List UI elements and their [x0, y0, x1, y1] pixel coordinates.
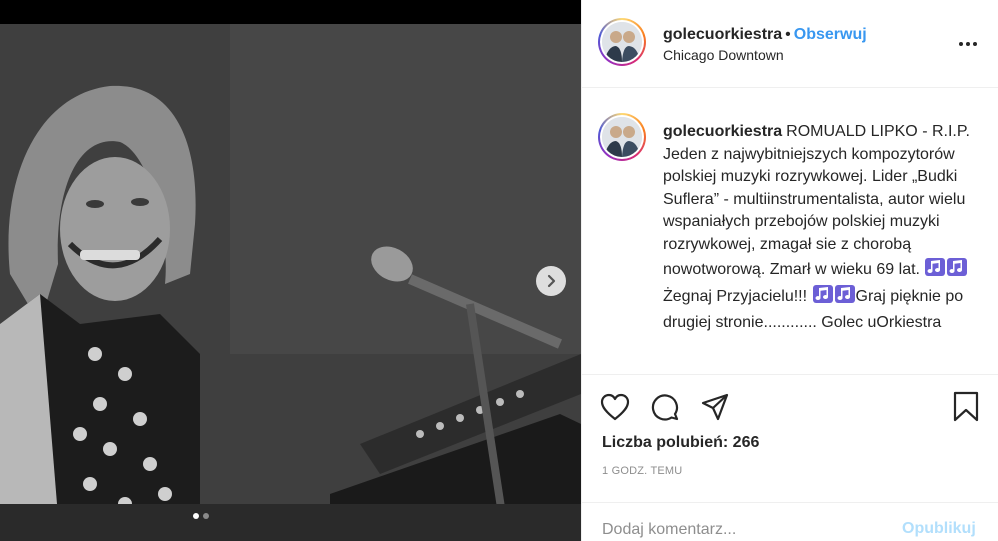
avatar[interactable]: [598, 18, 646, 66]
photo-illustration: [0, 24, 581, 541]
avatar-border: [600, 20, 644, 64]
caption-username[interactable]: golecuorkiestra: [663, 123, 782, 140]
post-photo: [0, 24, 581, 541]
bookmark-icon: [953, 391, 979, 422]
caption-text: Żegnaj Przyjacielu!!!: [663, 288, 812, 306]
post-media: [0, 0, 581, 541]
avatar-image: [602, 22, 642, 62]
location-link[interactable]: Chicago Downtown: [663, 47, 784, 63]
more-options-icon: [973, 42, 977, 46]
caption-text: ROMUALD LIPKO - R.I.P. Jeden z najwybitn…: [663, 123, 970, 278]
publish-button[interactable]: Opublikuj: [902, 520, 976, 538]
caption-avatar[interactable]: [598, 113, 646, 161]
heart-icon: [600, 393, 630, 421]
avatar-illustration: [602, 22, 642, 62]
comment-icon: [651, 394, 679, 421]
carousel-next-button[interactable]: [536, 266, 566, 296]
follow-button[interactable]: Obserwuj: [794, 26, 867, 43]
comment-button[interactable]: [650, 392, 680, 427]
chevron-right-icon: [547, 274, 556, 288]
post-timestamp[interactable]: 1 GODZ. TEMU: [602, 465, 682, 477]
save-button[interactable]: [952, 391, 980, 428]
avatar-image: [602, 117, 642, 157]
avatar-illustration: [602, 117, 642, 157]
carousel-dot: [203, 513, 209, 519]
add-comment-bar: Opublikuj: [582, 502, 998, 541]
likes-count[interactable]: Liczba polubień: 266: [602, 434, 759, 452]
music-notes-icon: [812, 284, 856, 312]
more-options-button[interactable]: [956, 34, 980, 54]
avatar-border: [600, 115, 644, 159]
share-icon: [701, 393, 729, 421]
carousel-indicator: [193, 513, 209, 519]
more-options-icon: [966, 42, 970, 46]
post-caption: golecuorkiestra ROMUALD LIPKO - R.I.P. Je…: [663, 121, 983, 334]
username-link[interactable]: golecuorkiestra: [663, 26, 782, 43]
separator-dot: •: [785, 26, 791, 43]
like-button[interactable]: [600, 393, 630, 426]
header-title-row: golecuorkiestra • Obserwuj: [663, 26, 867, 44]
more-options-icon: [959, 42, 963, 46]
comment-input[interactable]: [602, 519, 882, 541]
caption-section: golecuorkiestra ROMUALD LIPKO - R.I.P. Je…: [582, 89, 998, 374]
post-sidebar: golecuorkiestra • Obserwuj Chicago Downtow…: [581, 0, 998, 541]
carousel-dot-active: [193, 513, 199, 519]
post-header: golecuorkiestra • Obserwuj Chicago Downtow…: [582, 0, 998, 88]
share-button[interactable]: [700, 392, 730, 427]
music-notes-icon: [924, 257, 968, 285]
